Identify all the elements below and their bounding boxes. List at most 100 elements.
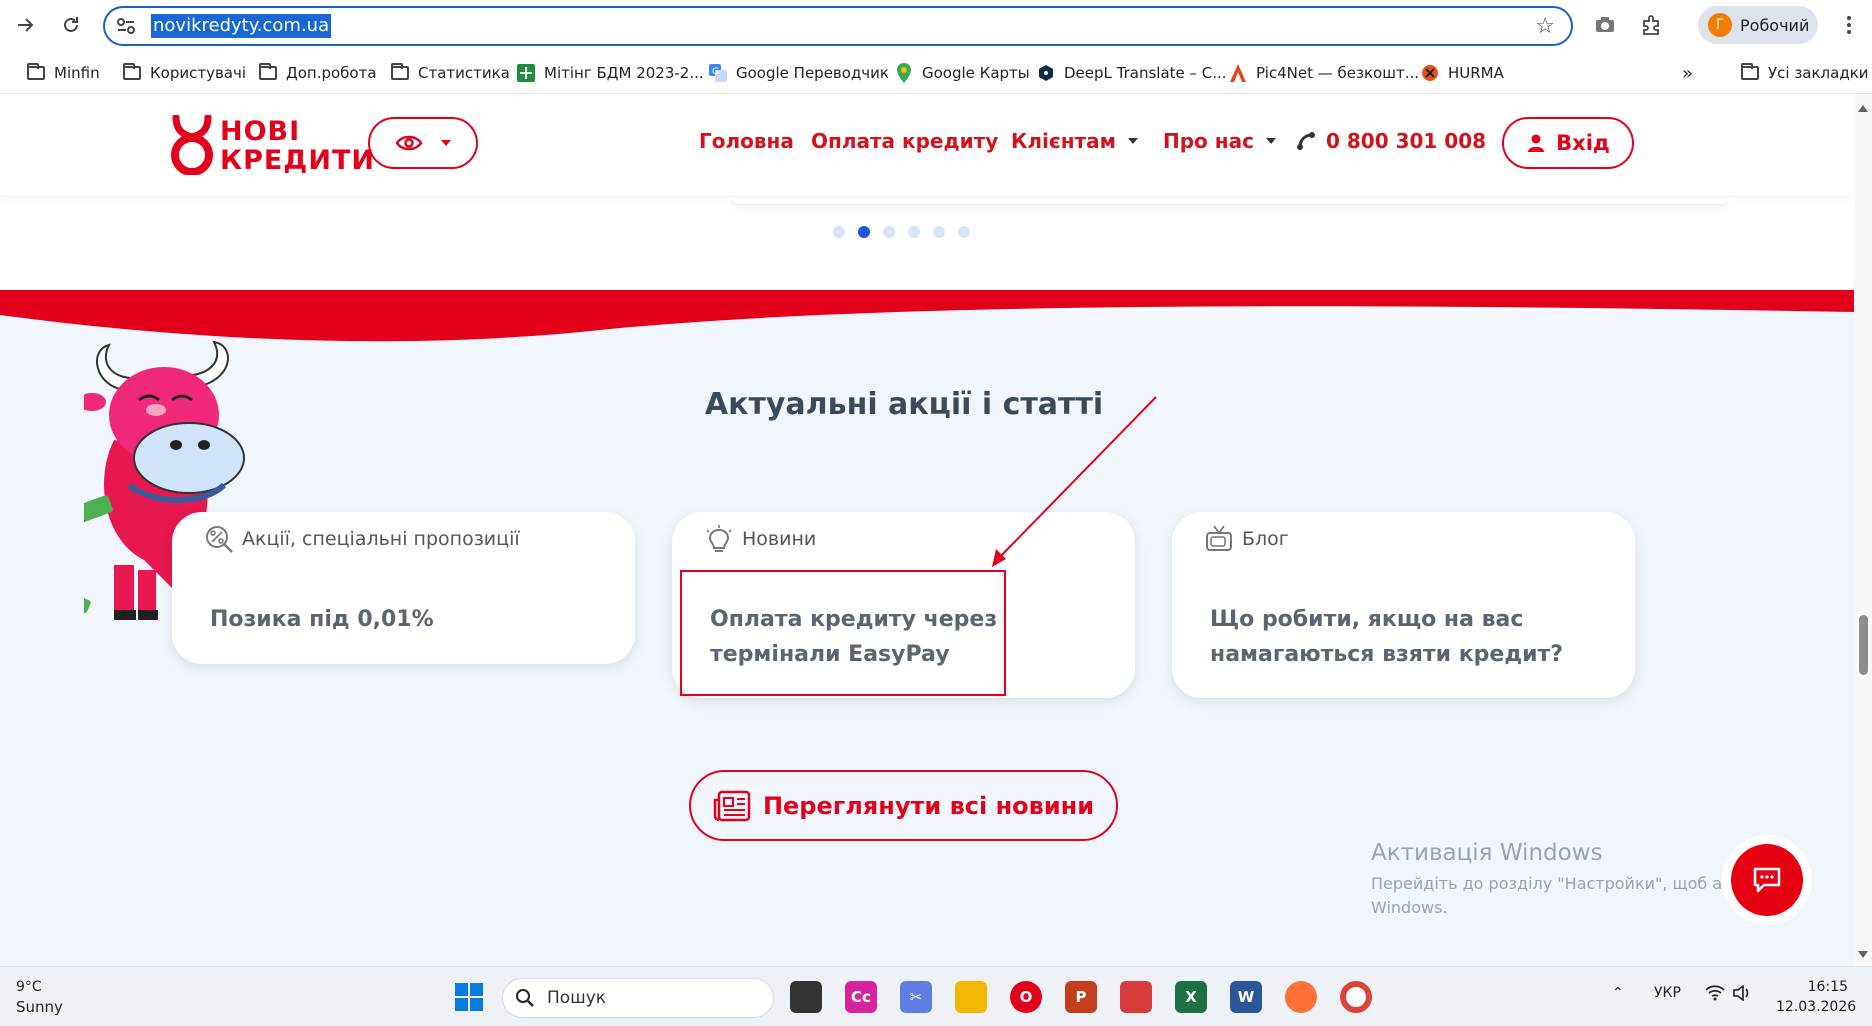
powerpoint-icon[interactable]: P	[1065, 981, 1097, 1013]
clock[interactable]: 16:15 12.03.2026	[1776, 977, 1856, 1017]
creative-cloud-icon[interactable]: Cc	[845, 981, 877, 1013]
deepl-icon	[1036, 63, 1056, 83]
profile-chip[interactable]: Г Робочий	[1698, 6, 1818, 44]
chrome-icon[interactable]	[1340, 981, 1372, 1013]
all-news-button[interactable]: Переглянути всі новини	[689, 770, 1118, 841]
logo-horns-icon	[171, 115, 213, 175]
folder-icon	[1740, 63, 1760, 83]
site-header: НОВІ КРЕДИТИ Головна Оплата кредиту Кліє…	[0, 95, 1854, 195]
bookmark-google-maps[interactable]: Google Карты	[894, 60, 1030, 86]
bookmark-users[interactable]: Користувачі	[122, 60, 246, 86]
accessibility-button[interactable]	[368, 117, 478, 169]
opera-icon[interactable]: O	[1010, 981, 1042, 1013]
reload-icon[interactable]	[56, 10, 86, 40]
bookmark-pic4net[interactable]: Pic4Net — безкошт...	[1228, 60, 1419, 86]
web-page: НОВІ КРЕДИТИ Головна Оплата кредиту Кліє…	[0, 95, 1854, 966]
slider-dot-active[interactable]	[858, 226, 870, 238]
bookmark-statistics[interactable]: Статистика	[390, 60, 510, 86]
extensions-icon[interactable]	[1636, 10, 1666, 40]
card-category: Новини	[704, 524, 816, 554]
slider-dot[interactable]	[908, 226, 920, 238]
snipping-tool-icon[interactable]: ✂	[900, 981, 932, 1013]
phone-icon	[1297, 132, 1315, 150]
firefox-icon[interactable]	[1285, 981, 1317, 1013]
eye-icon	[395, 135, 423, 151]
site-settings-icon[interactable]	[115, 15, 137, 37]
folder-icon	[258, 63, 278, 83]
maps-icon	[894, 63, 914, 83]
file-explorer-icon[interactable]	[955, 981, 987, 1013]
svg-text:G: G	[712, 67, 719, 77]
section-title: Актуальні акції і статті	[704, 387, 1104, 422]
bookmark-minfin[interactable]: Minfin	[26, 60, 100, 86]
slider-dot[interactable]	[958, 226, 970, 238]
windows-taskbar: 9°C Sunny Пошук Cc ✂ O P X W ⌃ УКР 16:15…	[0, 966, 1872, 1026]
slider-dot[interactable]	[883, 226, 895, 238]
nav-about[interactable]: Про нас	[1163, 129, 1276, 153]
scroll-up-icon[interactable]	[1858, 105, 1868, 112]
nav-phone[interactable]: 0 800 301 008	[1296, 129, 1486, 153]
browser-toolbar: novikredyty.com.ua ☆ Г Робочий	[0, 0, 1872, 52]
hurma-icon	[1420, 63, 1440, 83]
bookmark-meeting[interactable]: Мітінг БДМ 2023-2...	[516, 60, 704, 86]
all-bookmarks[interactable]: Усі закладки	[1740, 60, 1869, 86]
folder-icon	[390, 63, 410, 83]
word-icon[interactable]: W	[1230, 981, 1262, 1013]
nav-clients[interactable]: Клієнтам	[1011, 129, 1138, 153]
tray-chevron-icon[interactable]: ⌃	[1612, 985, 1624, 1001]
weather-widget[interactable]: 9°C Sunny	[16, 977, 63, 1017]
login-button[interactable]: Вхід	[1502, 117, 1634, 169]
search-icon	[516, 989, 534, 1007]
menu-icon[interactable]	[1834, 10, 1864, 40]
task-view-icon[interactable]	[790, 981, 822, 1013]
scroll-down-icon[interactable]	[1858, 951, 1868, 958]
chat-button[interactable]	[1722, 835, 1812, 925]
annotation-arrow	[992, 396, 1157, 567]
slider-dot[interactable]	[833, 226, 845, 238]
folder-icon	[26, 63, 46, 83]
bookmark-star-icon[interactable]: ☆	[1535, 14, 1555, 39]
avatar: Г	[1708, 13, 1732, 37]
scroll-thumb[interactable]	[1859, 615, 1868, 675]
chat-icon	[1753, 867, 1781, 893]
card-title[interactable]: Що робити, якщо на вас намагаються взяти…	[1210, 602, 1563, 672]
pic4net-icon	[1228, 63, 1248, 83]
promo-card[interactable]: Акції, спеціальні пропозиції Позика під …	[172, 512, 635, 664]
forward-icon[interactable]	[10, 10, 40, 40]
camera-icon[interactable]	[1590, 10, 1620, 40]
wifi-icon[interactable]	[1705, 985, 1725, 1005]
bookmark-extra-work[interactable]: Доп.робота	[258, 60, 377, 86]
taskbar-search[interactable]: Пошук	[502, 978, 774, 1018]
card-category: Акції, спеціальні пропозиції	[204, 524, 520, 554]
language-indicator[interactable]: УКР	[1654, 985, 1681, 1001]
bookmark-hurma[interactable]: HURMA	[1420, 60, 1504, 86]
sheets-icon	[516, 63, 536, 83]
page-scrollbar[interactable]	[1854, 95, 1872, 966]
annotation-highlight-box	[680, 570, 1006, 696]
nav-loan-payment[interactable]: Оплата кредиту	[811, 129, 998, 153]
bookmark-deepl[interactable]: DeepL Translate – C...	[1036, 60, 1227, 86]
translate-icon: G	[708, 63, 728, 83]
nav-home[interactable]: Головна	[699, 129, 794, 153]
user-icon	[1528, 134, 1545, 152]
paint-icon[interactable]	[1120, 981, 1152, 1013]
windows-start-icon[interactable]	[455, 983, 483, 1011]
volume-icon[interactable]	[1733, 984, 1751, 1005]
logo-text: НОВІ КРЕДИТИ	[220, 116, 375, 176]
bookmarks-overflow[interactable]: »	[1682, 60, 1693, 86]
url-text[interactable]: novikredyty.com.ua	[151, 14, 332, 38]
chevron-down-icon	[441, 140, 451, 146]
percent-icon	[206, 526, 233, 553]
slider-card-edge	[730, 195, 1730, 205]
lightbulb-icon	[706, 525, 732, 552]
slider-dots	[833, 226, 970, 238]
chevron-down-icon	[1127, 138, 1138, 144]
slider-dot[interactable]	[933, 226, 945, 238]
site-logo[interactable]: НОВІ КРЕДИТИ	[170, 115, 374, 175]
blog-card[interactable]: Блог Що робити, якщо на вас намагаються …	[1172, 512, 1635, 698]
bookmark-google-translate[interactable]: G Google Переводчик	[708, 60, 889, 86]
profile-name: Робочий	[1740, 15, 1810, 35]
excel-icon[interactable]: X	[1175, 981, 1207, 1013]
card-title[interactable]: Позика під 0,01%	[210, 602, 434, 637]
address-bar[interactable]: novikredyty.com.ua ☆	[103, 6, 1573, 46]
